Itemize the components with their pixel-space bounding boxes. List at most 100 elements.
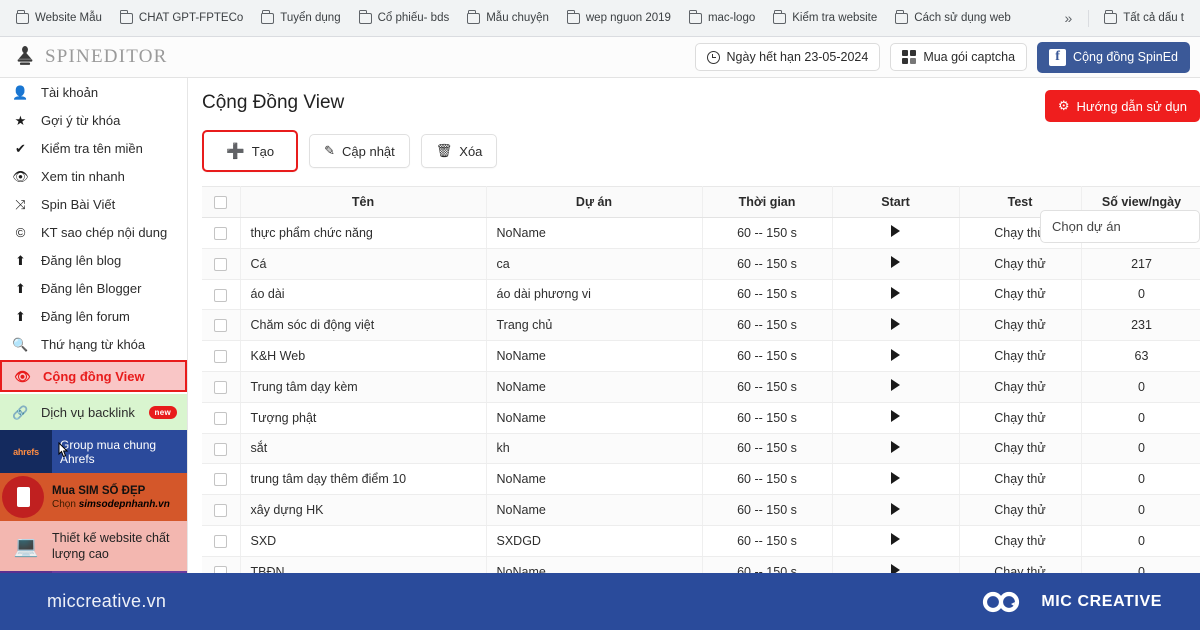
play-icon[interactable] (891, 348, 900, 361)
sidebar-item-dang-len-blogger[interactable]: ⬆ Đăng lên Blogger (0, 274, 187, 302)
ad-sim-so-dep[interactable]: Mua SIM SỐ ĐẸP Chọn simsodepnhanh.vn (0, 473, 187, 521)
row-checkbox[interactable] (214, 227, 228, 240)
sidebar-item-tai-khoan[interactable]: 👤 Tài khoản (0, 78, 187, 106)
sidebar-item-dang-len-blog[interactable]: ⬆ Đăng lên blog (0, 246, 187, 274)
ad-thiet-ke-website[interactable]: 💻 Thiết kế website chất lượng cao (0, 521, 187, 571)
cell-project: kh (486, 433, 703, 465)
cell-start (832, 433, 960, 465)
bookmark-item[interactable]: Cách sử dụng web (887, 8, 1019, 28)
play-icon[interactable] (891, 440, 900, 453)
play-icon[interactable] (891, 410, 900, 423)
project-select[interactable]: Chọn dự án (1040, 210, 1200, 243)
sidebar-item-dang-len-forum[interactable]: ⬆ Đăng lên forum (0, 302, 187, 330)
update-label: Cập nhật (342, 143, 395, 159)
cell-test[interactable]: Chạy thử (959, 279, 1082, 311)
brand[interactable]: SPINEDITOR (14, 45, 168, 69)
row-checkbox[interactable] (214, 288, 228, 302)
bookmark-item[interactable]: Tuyển dụng (253, 8, 348, 28)
sidebar-item-thu-hang-tu-khoa[interactable]: 🔍 Thứ hạng từ khóa (0, 330, 187, 358)
row-checkbox[interactable] (214, 319, 228, 333)
row-checkbox[interactable] (214, 380, 228, 394)
sidebar-item-xem-tin-nhanh[interactable]: 👁 Xem tin nhanh (0, 162, 187, 190)
sidebar-item-spin-bai-viet[interactable]: ⤨ Spin Bài Viết (0, 190, 187, 218)
table-row[interactable]: Cá ca 60 -- 150 s Chạy thử 217 (202, 248, 1200, 280)
table-row[interactable]: K&H Web NoName 60 -- 150 s Chạy thử 63 (202, 340, 1200, 372)
guide-button[interactable]: ⚙ Hướng dẫn sử dụn (1044, 90, 1200, 122)
table-row[interactable]: áo dài áo dài phương vi 60 -- 150 s Chạy th… (202, 279, 1200, 311)
select-all-checkbox[interactable] (214, 196, 228, 210)
play-icon[interactable] (891, 533, 900, 546)
play-icon[interactable] (891, 317, 900, 330)
cell-test[interactable]: Chạy thử (959, 525, 1082, 557)
cell-test[interactable]: Chạy thử (959, 371, 1082, 403)
bookmark-item[interactable]: CHAT GPT-FPTECo (112, 8, 251, 28)
row-checkbox[interactable] (214, 350, 228, 364)
cell-time: 60 -- 150 s (702, 525, 833, 557)
cell-test[interactable]: Chạy thử (959, 402, 1082, 434)
row-checkbox[interactable] (214, 411, 228, 425)
play-icon[interactable] (891, 471, 900, 484)
sidebar-item-cong-dong-view[interactable]: 👁 Cộng đồng View (0, 360, 187, 392)
bookmark-item[interactable]: Mẫu chuyện (459, 8, 557, 28)
row-checkbox[interactable] (214, 257, 228, 271)
table-row[interactable]: Chăm sóc di động việt Trang chủ 60 -- 150 … (202, 309, 1200, 342)
cell-project: NoName (486, 494, 703, 526)
table-row[interactable]: SXD SXDGD 60 -- 150 s Chạy thử 0 (202, 525, 1200, 557)
play-icon[interactable] (891, 256, 900, 269)
delete-button[interactable]: 🗑 Xóa (420, 134, 498, 168)
column-header-project: Dự án (486, 186, 703, 218)
cell-test[interactable]: Chạy thử (959, 340, 1082, 372)
cell-test[interactable]: Chạy thử (959, 433, 1082, 465)
expiry-date-button[interactable]: Ngày hết hạn 23-05-2024 (694, 43, 881, 71)
sidebar-item-kiem-tra-ten-mien[interactable]: ✔ Kiểm tra tên miền (0, 134, 187, 162)
play-icon[interactable] (891, 225, 900, 238)
cell-views: 0 (1081, 525, 1200, 557)
brand-name: SPINEDITOR (45, 46, 168, 67)
row-checkbox[interactable] (214, 473, 228, 487)
folder-icon (895, 9, 909, 24)
expiry-label: Ngày hết hạn 23-05-2024 (726, 50, 869, 64)
cell-test[interactable]: Chạy thử (959, 309, 1082, 342)
sidebar-item-dich-vu-backlink[interactable]: 🔗 Dịch vụ backlink new (0, 394, 187, 430)
play-icon[interactable] (891, 379, 900, 392)
update-button[interactable]: ✎ Cập nhật (309, 134, 410, 168)
browser-bookmark-bar: Website Mẫu CHAT GPT-FPTECo Tuyển dụng C… (0, 0, 1200, 37)
folder-icon (1104, 9, 1118, 24)
table-row[interactable]: Tượng phật NoName 60 -- 150 s Chạy thử 0 (202, 402, 1200, 434)
table-container: Tên Dự án Thời gian Start Test Số view/n… (188, 186, 1200, 588)
sidebar-item-goi-y-tu-khoa[interactable]: ★ Gợi ý từ khóa (0, 106, 187, 134)
bookmark-item[interactable]: Kiểm tra website (765, 8, 885, 28)
cell-test[interactable]: Chạy thử (959, 248, 1082, 280)
buy-captcha-button[interactable]: Mua gói captcha (890, 43, 1028, 71)
row-checkbox[interactable] (214, 504, 228, 518)
row-checkbox[interactable] (214, 534, 228, 548)
row-select-cell (202, 279, 241, 311)
bookmark-item[interactable]: mac-logo (681, 8, 763, 28)
table-row[interactable]: xây dựng HK NoName 60 -- 150 s Chạy thử 0 (202, 494, 1200, 526)
bookmark-label: Cách sử dụng web (914, 12, 1011, 24)
cell-test[interactable]: Chạy thử (959, 494, 1082, 526)
ad-ahrefs-group[interactable]: ahrefs Group mua chung Ahrefs (0, 430, 187, 473)
gear-icon: ⚙ (1057, 98, 1070, 113)
eye-icon: 👁 (14, 368, 31, 384)
folder-icon (566, 9, 580, 24)
create-button[interactable]: ➕ Tạo (202, 130, 299, 172)
sidebar-item-kt-sao-chep-noi-dung[interactable]: © KT sao chép nội dung (0, 218, 187, 246)
link-icon: 🔗 (12, 404, 29, 420)
cell-test[interactable]: Chạy thử (959, 463, 1082, 496)
play-icon[interactable] (891, 502, 900, 515)
row-checkbox[interactable] (214, 442, 228, 456)
bookmark-overflow-button[interactable]: » (1055, 6, 1081, 30)
all-bookmarks-button[interactable]: Tất cả dấu t (1096, 8, 1192, 28)
column-header-time: Thời gian (702, 186, 833, 218)
bookmark-item[interactable]: Cổ phiếu- bds (351, 8, 458, 28)
bookmark-item[interactable]: wep nguon 2019 (559, 8, 679, 28)
ad-title: Mua SIM SỐ ĐẸP (52, 484, 146, 497)
bookmark-item[interactable]: Website Mẫu (8, 8, 110, 28)
facebook-community-button[interactable]: f Cộng đồng SpinEd (1037, 41, 1190, 73)
play-icon[interactable] (891, 286, 900, 299)
table-row[interactable]: Trung tâm dạy kèm NoName 60 -- 150 s Chạy t… (202, 371, 1200, 403)
table-row[interactable]: sắt kh 60 -- 150 s Chạy thử 0 (202, 433, 1200, 465)
table-row[interactable]: trung tâm dạy thêm điểm 10 NoName 60 -- 15… (202, 463, 1200, 496)
ad-thumbnail: ahrefs (0, 430, 52, 473)
